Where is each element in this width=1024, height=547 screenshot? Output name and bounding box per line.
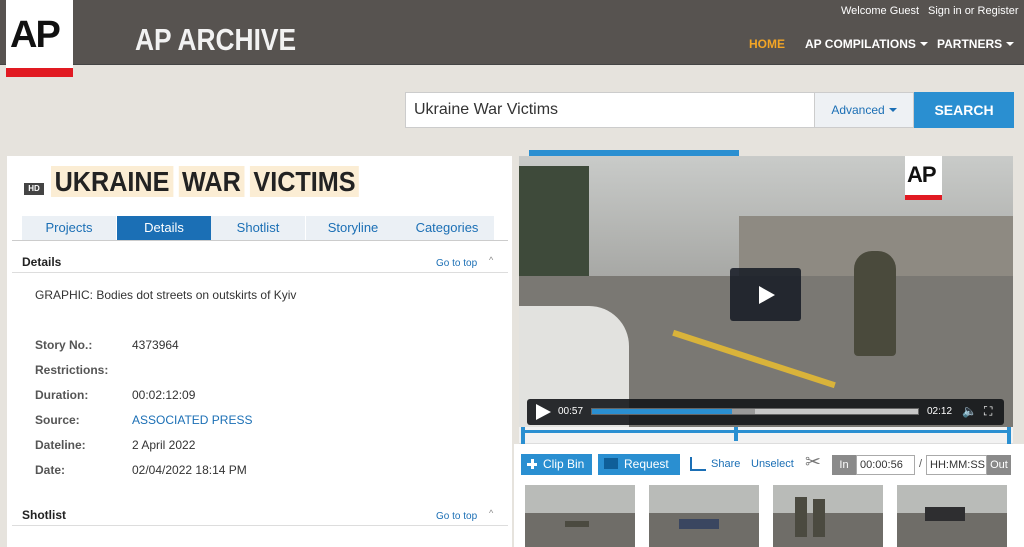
ap-logo-red-bar — [6, 68, 73, 77]
caret-up-icon[interactable]: ^ — [489, 508, 493, 518]
out-point-field[interactable]: HH:MM:SS — [926, 455, 987, 475]
play-icon[interactable] — [536, 404, 551, 420]
thumbnail-road — [525, 513, 635, 547]
play-button[interactable] — [730, 268, 801, 321]
scrubber-track — [523, 430, 1009, 433]
story-summary: GRAPHIC: Bodies dot streets on outskirts… — [35, 288, 297, 302]
title-word: UKRAINE — [51, 166, 174, 197]
progress-bar[interactable] — [591, 408, 919, 415]
signin-register-link[interactable]: Sign in or Register — [928, 5, 1019, 17]
scrubber-end-handle[interactable] — [1007, 427, 1011, 444]
nav-partners[interactable]: PARTNERS — [937, 37, 1015, 51]
thumbnail-figure — [679, 519, 719, 529]
thumbnail-sky — [525, 485, 635, 513]
source-link[interactable]: ASSOCIATED PRESS — [132, 413, 252, 427]
thumbnail-sky — [649, 485, 759, 513]
duration-label: Duration: — [35, 388, 89, 402]
shotlist-heading: Shotlist — [22, 508, 66, 522]
thumbnail-figure — [813, 499, 825, 537]
request-button[interactable]: Request — [598, 454, 680, 475]
keyframe-thumbnail[interactable] — [773, 485, 883, 547]
go-to-top-link[interactable]: Go to top — [436, 258, 477, 269]
tab-storyline[interactable]: Storyline — [306, 216, 400, 240]
search-input[interactable] — [406, 93, 814, 127]
story-title: UKRAINE WAR VICTIMS — [51, 166, 365, 198]
clip-range-scrubber[interactable] — [519, 427, 1013, 444]
in-point-button[interactable]: In — [832, 455, 856, 475]
thumbnail-figure — [565, 521, 589, 527]
ap-logo[interactable]: AP — [6, 0, 73, 77]
clip-bin-label: Clip Bin — [543, 457, 585, 471]
tab-divider — [12, 240, 508, 241]
date-value: 02/04/2022 18:14 PM — [132, 463, 247, 477]
in-point-field[interactable]: 00:00:56 — [856, 455, 915, 475]
progress-fill — [592, 409, 733, 414]
brand-title[interactable]: AP ARCHIVE — [135, 22, 296, 58]
date-label: Date: — [35, 463, 66, 477]
nav-partners-label: PARTNERS — [937, 37, 1003, 51]
go-to-top-link[interactable]: Go to top — [436, 511, 477, 522]
advanced-search-dropdown[interactable]: Advanced — [815, 92, 914, 128]
share-link[interactable]: Share — [711, 458, 740, 470]
dateline-label: Dateline: — [35, 438, 86, 452]
chevron-down-icon — [1006, 42, 1015, 46]
thumbnail-figure — [795, 497, 807, 537]
tab-categories[interactable]: Categories — [400, 216, 494, 240]
scrubber-start-handle[interactable] — [521, 427, 525, 444]
nav-home[interactable]: HOME — [749, 37, 785, 51]
video-ap-watermark: AP — [905, 156, 942, 200]
fullscreen-icon[interactable]: ⛶ — [984, 404, 992, 419]
chevron-down-icon — [919, 42, 928, 46]
thumbnail-road — [773, 513, 883, 547]
volume-icon[interactable]: 🔈 — [962, 404, 977, 418]
section-divider — [12, 272, 508, 273]
tab-shotlist[interactable]: Shotlist — [211, 216, 305, 240]
caret-up-icon[interactable]: ^ — [489, 255, 493, 265]
search-box — [405, 92, 815, 128]
unselect-link[interactable]: Unselect — [751, 458, 794, 470]
keyframe-thumbnail[interactable] — [649, 485, 759, 547]
search-button[interactable]: SEARCH — [914, 92, 1014, 128]
nav-compilations-label: AP COMPILATIONS — [805, 37, 916, 51]
details-heading: Details — [22, 255, 62, 269]
video-scene-soldier — [854, 251, 896, 356]
watermark-red-bar — [905, 195, 942, 200]
source-label: Source: — [35, 413, 80, 427]
keyframe-thumbnail[interactable] — [525, 485, 635, 547]
download-icon — [604, 458, 618, 469]
thumbnail-sky — [773, 485, 883, 513]
clip-bin-button[interactable]: Clip Bin — [521, 454, 592, 475]
restrictions-label: Restrictions: — [35, 363, 109, 377]
dateline-value: 2 April 2022 — [132, 438, 196, 452]
total-duration: 02:12 — [927, 406, 953, 417]
tab-details[interactable]: Details — [117, 216, 211, 240]
ap-logo-text: AP — [10, 14, 61, 56]
duration-value: 00:02:12:09 — [132, 388, 196, 402]
share-icon[interactable] — [690, 457, 706, 471]
tab-projects[interactable]: Projects — [22, 216, 116, 240]
story-no-label: Story No.: — [35, 338, 93, 352]
nav-home-label: HOME — [749, 37, 785, 51]
out-point-button[interactable]: Out — [987, 455, 1011, 475]
chevron-down-icon — [888, 108, 897, 112]
watermark-text: AP — [907, 162, 937, 187]
nav-compilations[interactable]: AP COMPILATIONS — [805, 37, 928, 51]
welcome-text: Welcome Guest — [841, 5, 920, 17]
scissors-icon[interactable]: ✂ — [805, 451, 821, 474]
plus-icon — [527, 459, 537, 469]
story-tabs: Projects Details Shotlist Storyline Cate… — [22, 216, 494, 240]
request-label: Request — [624, 457, 669, 471]
in-out-separator: / — [919, 458, 923, 470]
current-time: 00:57 — [558, 406, 584, 417]
title-word: WAR — [178, 166, 245, 197]
scrubber-playhead[interactable] — [734, 427, 739, 441]
keyframe-thumbnail[interactable] — [897, 485, 1007, 547]
hd-badge: HD — [24, 183, 44, 195]
story-no-value: 4373964 — [132, 338, 179, 352]
section-divider — [12, 525, 508, 526]
title-word: VICTIMS — [249, 166, 360, 197]
advanced-label: Advanced — [831, 103, 885, 117]
thumbnail-car — [925, 507, 965, 521]
